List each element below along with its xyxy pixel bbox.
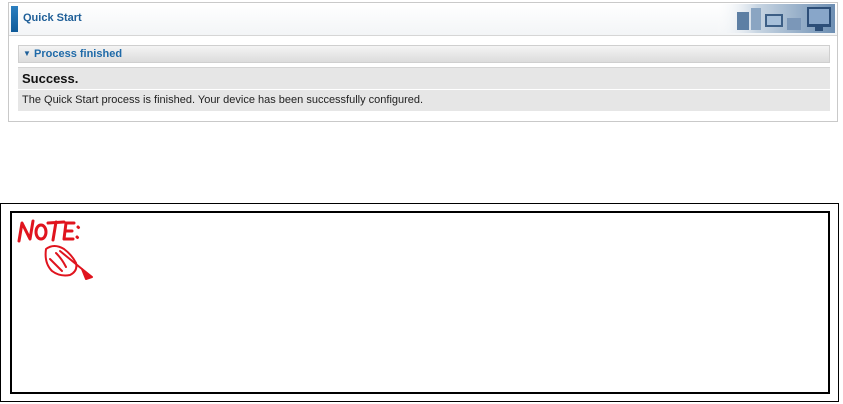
hand-writing-icon	[44, 245, 93, 280]
process-finished-section: ▼ Process finished Success. The Quick St…	[18, 45, 830, 113]
quick-start-panel: Quick Start ▼ Process finished Success. …	[8, 2, 838, 122]
panel-header: Quick Start	[9, 3, 837, 36]
triangle-down-icon: ▼	[23, 49, 31, 58]
status-heading-row: Success.	[18, 67, 830, 89]
office-banner-image	[715, 4, 835, 33]
page-title: Quick Start	[23, 12, 82, 24]
status-heading: Success.	[22, 71, 79, 86]
status-message-row: The Quick Start process is finished. You…	[18, 90, 830, 111]
note-logo	[17, 219, 93, 280]
note-logo-lettering	[17, 219, 80, 243]
header-accent-bar	[11, 6, 18, 32]
status-message: The Quick Start process is finished. You…	[22, 94, 424, 106]
note-box-outer	[0, 203, 839, 402]
section-header[interactable]: ▼ Process finished	[18, 45, 830, 63]
section-title: Process finished	[34, 48, 123, 60]
note-box	[10, 211, 830, 394]
